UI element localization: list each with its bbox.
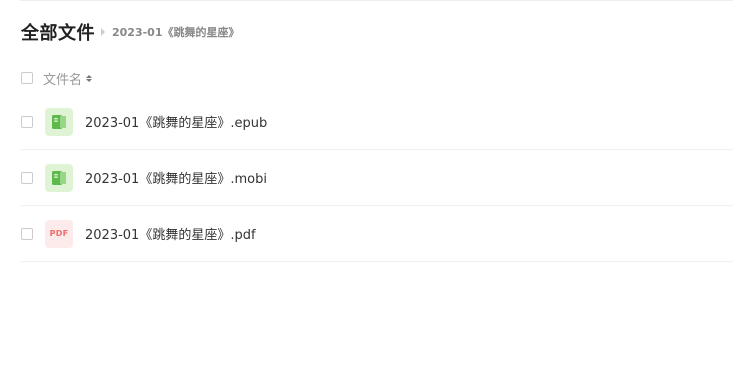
pdf-icon: PDF (45, 219, 73, 248)
file-checkbox[interactable] (21, 227, 33, 240)
file-list-header: 文件名 (21, 68, 93, 88)
file-row[interactable]: 2023-01《跳舞的星座》.epub (21, 94, 733, 150)
pdf-icon-label: PDF (49, 229, 69, 238)
name-column-label: 文件名 (43, 72, 83, 88)
file-checkbox[interactable] (21, 115, 33, 128)
breadcrumb: 全部文件 2023-01《跳舞的星座》 (21, 19, 240, 45)
file-row[interactable]: 2023-01《跳舞的星座》.mobi (21, 150, 733, 206)
breadcrumb-root-link[interactable]: 全部文件 (21, 19, 95, 45)
top-divider (20, 0, 733, 1)
file-list: 2023-01《跳舞的星座》.epub 2023-01《跳舞的星座》.mobi … (21, 94, 733, 262)
breadcrumb-separator-icon (101, 28, 105, 36)
sort-by-name-button[interactable]: 文件名 (43, 69, 93, 88)
breadcrumb-current-folder: 2023-01《跳舞的星座》 (112, 26, 240, 39)
sort-icon (86, 74, 93, 82)
file-name[interactable]: 2023-01《跳舞的星座》.pdf (85, 224, 256, 243)
book-icon (45, 107, 73, 136)
file-name[interactable]: 2023-01《跳舞的星座》.epub (85, 112, 267, 131)
file-row[interactable]: PDF 2023-01《跳舞的星座》.pdf (21, 206, 733, 262)
file-checkbox[interactable] (21, 171, 33, 184)
select-all-checkbox[interactable] (21, 72, 33, 84)
book-icon (45, 163, 73, 192)
file-name[interactable]: 2023-01《跳舞的星座》.mobi (85, 168, 267, 187)
